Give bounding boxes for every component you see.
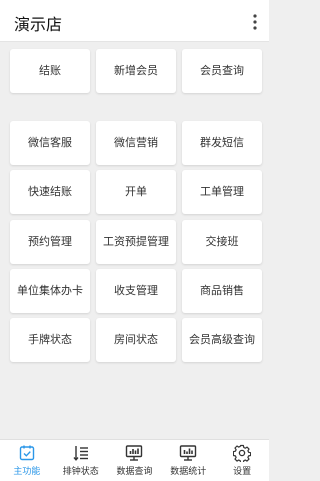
monitor-chart-icon bbox=[126, 445, 143, 461]
tile-product-sales[interactable]: 商品销售 bbox=[182, 269, 262, 313]
tab-bell-status[interactable]: 排钟状态 bbox=[54, 440, 108, 481]
more-vertical-icon[interactable] bbox=[253, 14, 257, 30]
tile-checkout[interactable]: 结账 bbox=[10, 49, 90, 93]
tab-main-functions[interactable]: 主功能 bbox=[0, 440, 54, 481]
tile-shift-handover[interactable]: 交接班 bbox=[182, 220, 262, 264]
tile-open-order[interactable]: 开单 bbox=[96, 170, 176, 214]
tile-group-card[interactable]: 单位集体办卡 bbox=[10, 269, 90, 313]
app-header: 演示店 bbox=[0, 0, 269, 42]
tab-data-statistics[interactable]: 数据统计 bbox=[161, 440, 215, 481]
tab-settings[interactable]: 设置 bbox=[215, 440, 269, 481]
tile-add-member[interactable]: 新增会员 bbox=[96, 49, 176, 93]
page-title: 演示店 bbox=[14, 15, 63, 34]
list-sort-icon bbox=[73, 446, 88, 461]
tile-wechat-marketing[interactable]: 微信营销 bbox=[96, 121, 176, 165]
tile-member-query[interactable]: 会员查询 bbox=[182, 49, 262, 93]
tile-reservations[interactable]: 预约管理 bbox=[10, 220, 90, 264]
tab-data-query[interactable]: 数据查询 bbox=[108, 440, 162, 481]
gear-icon bbox=[233, 444, 252, 462]
bottom-tab-bar: 主功能 排钟状态 数据查询 数据统计 设置 bbox=[0, 439, 269, 481]
tab-label: 数据查询 bbox=[116, 467, 153, 477]
tab-label: 主功能 bbox=[13, 467, 41, 477]
tile-bulk-sms[interactable]: 群发短信 bbox=[182, 121, 262, 165]
tab-label: 排钟状态 bbox=[62, 467, 99, 477]
tile-wechat-service[interactable]: 微信客服 bbox=[10, 121, 90, 165]
tab-label: 设置 bbox=[233, 467, 252, 477]
tile-income-expense[interactable]: 收支管理 bbox=[96, 269, 176, 313]
tile-work-orders[interactable]: 工单管理 bbox=[182, 170, 262, 214]
monitor-stats-icon bbox=[180, 445, 197, 461]
tile-member-advanced-query[interactable]: 会员高级查询 bbox=[182, 318, 262, 362]
tile-quick-checkout[interactable]: 快速结账 bbox=[10, 170, 90, 214]
tile-tag-status[interactable]: 手牌状态 bbox=[10, 318, 90, 362]
tile-salary-accrual[interactable]: 工资预提管理 bbox=[96, 220, 176, 264]
tile-room-status[interactable]: 房间状态 bbox=[96, 318, 176, 362]
home-check-icon bbox=[19, 445, 35, 461]
tab-label: 数据统计 bbox=[170, 467, 207, 477]
